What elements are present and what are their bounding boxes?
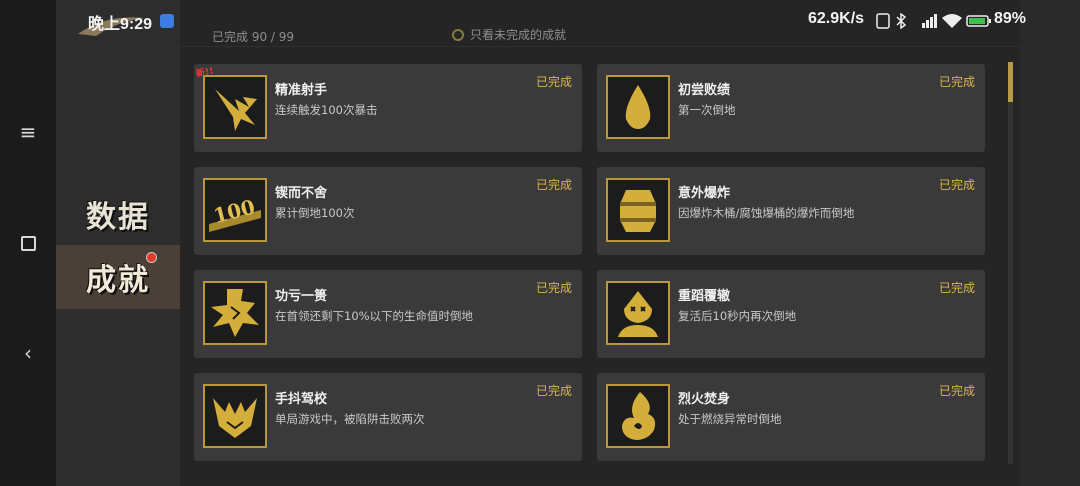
- broken-star-icon: [203, 281, 267, 345]
- category-sidebar: 数据 成就: [56, 0, 180, 486]
- achievement-title: 功亏一篑: [275, 289, 328, 304]
- wifi-icon: [942, 14, 962, 28]
- app-notification-icon: [160, 14, 174, 28]
- radio-circle-icon[interactable]: [452, 28, 464, 41]
- achievement-card[interactable]: 手抖驾校 单局游戏中，被陷阱击败两次 已完成: [194, 373, 582, 461]
- achievement-title: 锲而不舍: [275, 186, 328, 201]
- achievement-status: 已完成: [535, 281, 572, 295]
- achievement-status: 已完成: [938, 178, 975, 192]
- status-time: 晚上9:29: [88, 16, 153, 33]
- achievement-status: 已完成: [535, 384, 572, 398]
- system-nav-bar: ≡ ‹: [0, 0, 56, 486]
- back-chevron-icon[interactable]: ‹: [14, 339, 42, 367]
- category-tab-data[interactable]: 数据: [56, 182, 180, 246]
- status-battery-percent: 89%: [994, 10, 1027, 27]
- scrollbar[interactable]: [1008, 62, 1013, 464]
- flame-icon: [606, 384, 670, 448]
- achievement-card[interactable]: 重蹈覆辙 复活后10秒内再次倒地 已完成: [597, 270, 985, 358]
- trap-icon: [203, 384, 267, 448]
- achievement-desc: 累计倒地100次: [275, 206, 355, 220]
- achievement-title: 手抖驾校: [275, 392, 328, 407]
- achievement-status: 已完成: [938, 75, 975, 89]
- achievement-title: 意外爆炸: [678, 186, 731, 201]
- achievement-desc: 复活后10秒内再次倒地: [678, 309, 797, 323]
- achievement-status: 已完成: [938, 281, 975, 295]
- achievement-desc: 第一次倒地: [678, 103, 736, 117]
- hundred-icon: 100: [203, 178, 267, 242]
- category-tab-achievements[interactable]: 成就: [56, 245, 180, 309]
- filter-label: 只看未完成的成就: [470, 28, 567, 42]
- category-label-achievements: 成就: [86, 263, 150, 298]
- achievement-card[interactable]: 新!! 精准射手 连续触发100次暴击 已完成: [194, 64, 582, 152]
- signal-icon: [922, 14, 937, 28]
- menu-icon[interactable]: ≡: [14, 118, 42, 146]
- category-label-data: 数据: [86, 200, 150, 235]
- achievement-desc: 处于燃烧异常时倒地: [678, 412, 782, 426]
- achievement-card[interactable]: 功亏一篑 在首领还剩下10%以下的生命值时倒地 已完成: [194, 270, 582, 358]
- achievement-desc: 单局游戏中，被陷阱击败两次: [275, 412, 425, 426]
- scrollbar-thumb[interactable]: [1008, 62, 1013, 102]
- achievement-desc: 因爆炸木桶/腐蚀爆桶的爆炸而倒地: [678, 206, 855, 220]
- barrel-icon: [606, 178, 670, 242]
- achievement-card[interactable]: 烈火焚身 处于燃烧异常时倒地 已完成: [597, 373, 985, 461]
- knocked-out-icon: [606, 281, 670, 345]
- achievement-card[interactable]: 100 锲而不舍 累计倒地100次 已完成: [194, 167, 582, 255]
- nfc-icon: [876, 13, 890, 29]
- starburst-icon: [203, 75, 267, 139]
- achievement-status: 已完成: [938, 384, 975, 398]
- achievement-card[interactable]: 初尝败绩 第一次倒地 已完成: [597, 64, 985, 152]
- icon-number: 100: [211, 195, 257, 228]
- battery-icon: [966, 15, 991, 27]
- status-net-speed: 62.9K/s: [808, 10, 865, 27]
- achievement-card[interactable]: 意外爆炸 因爆炸木桶/腐蚀爆桶的爆炸而倒地 已完成: [597, 167, 985, 255]
- achievement-desc: 在首领还剩下10%以下的生命值时倒地: [275, 309, 474, 323]
- achievement-status: 已完成: [535, 75, 572, 89]
- bluetooth-icon: [896, 13, 907, 29]
- achievement-title: 重蹈覆辙: [678, 289, 731, 304]
- achievement-title: 初尝败绩: [678, 83, 731, 98]
- notification-dot: [146, 252, 157, 263]
- incomplete-filter-toggle[interactable]: 只看未完成的成就: [452, 26, 566, 43]
- completion-progress: 已完成 90 / 99: [212, 30, 295, 44]
- achievement-title: 烈火焚身: [678, 392, 731, 407]
- divider: [180, 46, 1020, 47]
- home-square-icon[interactable]: [14, 229, 42, 257]
- achievement-title: 精准射手: [275, 83, 328, 98]
- drop-icon: [606, 75, 670, 139]
- achievement-desc: 连续触发100次暴击: [275, 103, 378, 117]
- achievement-status: 已完成: [535, 178, 572, 192]
